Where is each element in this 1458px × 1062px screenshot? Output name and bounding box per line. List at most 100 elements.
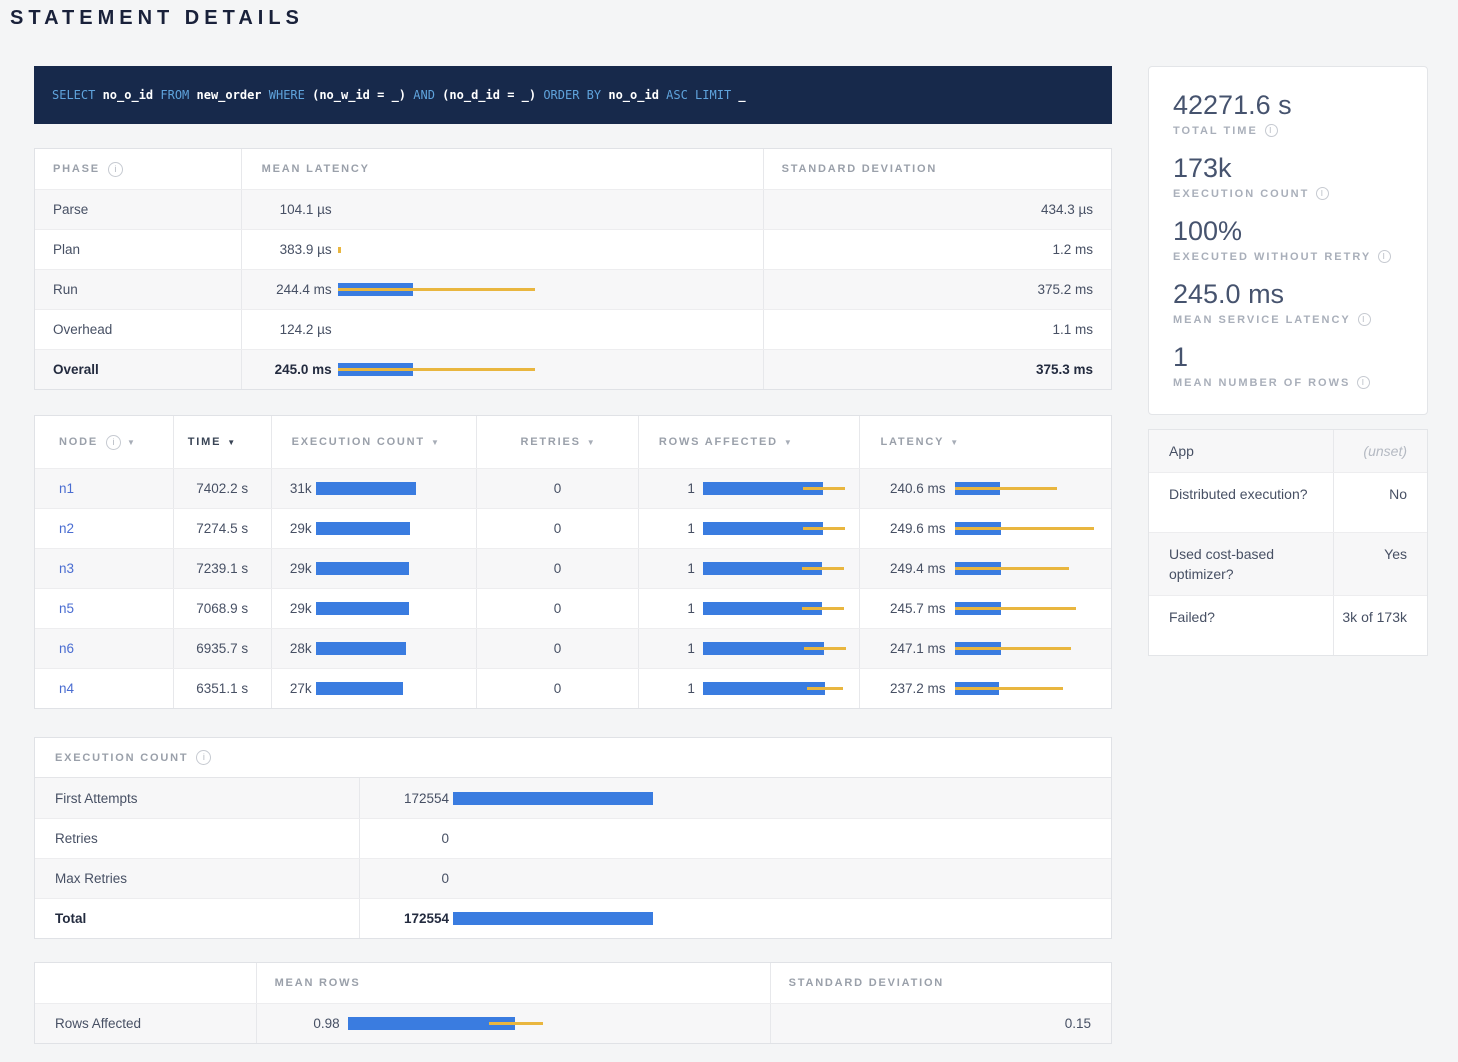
sql-identifier: (no_d_id = _) (442, 88, 543, 102)
rows-affected-table: MEAN ROWS STANDARD DEVIATION Rows Affect… (34, 962, 1112, 1044)
stat-label: EXECUTED WITHOUT RETRY (1173, 251, 1371, 263)
std-deviation-header-label: STANDARD DEVIATION (789, 977, 944, 989)
latency-bar (338, 350, 413, 389)
table-row: n2 7274.5 s 29k 0 1 249.6 ms (35, 508, 1111, 548)
execution-count-value: 28k (272, 641, 312, 656)
table-row: n3 7239.1 s 29k 0 1 249.4 ms (35, 548, 1111, 588)
time-column-header[interactable]: TIME ▼ (173, 416, 271, 468)
node-link[interactable]: n2 (59, 521, 74, 536)
node-link[interactable]: n1 (59, 481, 74, 496)
std-deviation-value: 375.3 ms (1036, 362, 1093, 377)
latency-value: 249.4 ms (860, 561, 945, 576)
phase-name: Overhead (53, 322, 112, 337)
node-link[interactable]: n3 (59, 561, 74, 576)
sort-arrow-icon[interactable]: ▼ (784, 438, 792, 447)
detail-label: Distributed execution? (1149, 473, 1334, 532)
summary-stats-card: 42271.6 s TOTAL TIME i 173k EXECUTION CO… (1148, 66, 1428, 415)
exec-row-value: 0 (364, 831, 449, 846)
sql-keyword: WHERE (269, 88, 312, 102)
mean-latency-value: 383.9 µs (262, 242, 332, 257)
info-icon[interactable]: i (106, 435, 121, 450)
sql-keyword: AND (413, 88, 442, 102)
sort-arrow-icon[interactable]: ▼ (587, 438, 595, 447)
std-deviation-header-label: STANDARD DEVIATION (782, 163, 937, 175)
stat-mean-service-latency: 245.0 ms MEAN SERVICE LATENCY i (1173, 278, 1407, 326)
stat-value: 1 (1173, 341, 1407, 373)
statement-details-card: App (unset) Distributed execution? No Us… (1148, 429, 1428, 656)
exec-row-label: Total (55, 911, 86, 926)
sql-keyword: SELECT (52, 88, 103, 102)
time-value: 6351.1 s (196, 681, 248, 696)
latency-column-header[interactable]: LATENCY ▼ (859, 416, 1111, 468)
info-icon[interactable]: i (108, 162, 123, 177)
rows-affected-value: 1 (639, 481, 695, 496)
info-icon[interactable]: i (1265, 124, 1278, 137)
sort-arrow-icon[interactable]: ▼ (127, 438, 135, 447)
node-link[interactable]: n4 (59, 681, 74, 696)
rows-affected-value: 1 (639, 601, 695, 616)
exec-row-label: Max Retries (55, 871, 127, 886)
detail-row-failed: Failed? 3k of 173k (1149, 595, 1427, 655)
rows-affected-value: 1 (639, 561, 695, 576)
stat-value: 42271.6 s (1173, 89, 1407, 121)
detail-row-distributed-execution: Distributed execution? No (1149, 472, 1427, 532)
exec-row-label: Retries (55, 831, 98, 846)
rows-affected-column-header[interactable]: ROWS AFFECTED ▼ (638, 416, 860, 468)
stat-executed-without-retry: 100% EXECUTED WITHOUT RETRY i (1173, 215, 1407, 263)
info-icon[interactable]: i (1358, 313, 1371, 326)
execution-count-column-header[interactable]: EXECUTION COUNT ▼ (271, 416, 477, 468)
node-stats-table: NODE i ▼ TIME ▼ EXECUTION COUNT ▼ RETRIE… (34, 415, 1112, 709)
rows-affected-label: Rows Affected (55, 1016, 141, 1031)
table-row: Plan 383.9 µs 1.2 ms (35, 229, 1111, 269)
info-icon[interactable]: i (1316, 187, 1329, 200)
sort-arrow-icon[interactable]: ▼ (227, 438, 235, 447)
std-deviation-value: 1.1 ms (1052, 322, 1093, 337)
execution-count-value: 31k (272, 481, 312, 496)
sort-arrow-icon[interactable]: ▼ (431, 438, 439, 447)
std-deviation-value: 1.2 ms (1052, 242, 1093, 257)
phase-name: Parse (53, 202, 88, 217)
std-deviation-column-header: STANDARD DEVIATION (763, 149, 1111, 189)
info-icon[interactable]: i (196, 750, 211, 765)
execution-count-panel-title: EXECUTION COUNT (55, 752, 188, 764)
stat-total-time: 42271.6 s TOTAL TIME i (1173, 89, 1407, 137)
execution-count-value: 29k (272, 601, 312, 616)
info-icon[interactable]: i (1378, 250, 1391, 263)
page-title: STATEMENT DETAILS (10, 7, 304, 30)
node-column-header[interactable]: NODE i ▼ (35, 416, 173, 468)
execution-count-panel: EXECUTION COUNT i First Attempts 172554 … (34, 737, 1112, 939)
sql-identifier: (no_w_id = _) (312, 88, 413, 102)
table-row: n5 7068.9 s 29k 0 1 245.7 ms (35, 588, 1111, 628)
exec-row-value: 0 (364, 871, 449, 886)
sort-arrow-icon[interactable]: ▼ (950, 438, 958, 447)
retries-column-header[interactable]: RETRIES ▼ (476, 416, 638, 468)
sql-keyword: FROM (160, 88, 196, 102)
mean-latency-header-label: MEAN LATENCY (262, 163, 370, 175)
sql-keyword: ORDER BY (543, 88, 608, 102)
table-row: Retries 0 (35, 818, 1111, 858)
exec-row-value: 172554 (364, 911, 449, 926)
table-row: Overhead 124.2 µs 1.1 ms (35, 309, 1111, 349)
phase-column-header: PHASE i (35, 149, 241, 189)
node-link[interactable]: n5 (59, 601, 74, 616)
execution-count-value: 29k (272, 521, 312, 536)
table-row-overall: Overall 245.0 ms 375.3 ms (35, 349, 1111, 389)
exec-row-value: 172554 (364, 791, 449, 806)
info-icon[interactable]: i (1357, 376, 1370, 389)
stat-label: MEAN NUMBER OF ROWS (1173, 377, 1350, 389)
table-row: n1 7402.2 s 31k 0 1 240.6 ms (35, 468, 1111, 508)
exec-row-label: First Attempts (55, 791, 138, 806)
detail-value: (unset) (1334, 430, 1427, 472)
detail-label: Used cost-based optimizer? (1149, 533, 1334, 595)
node-link[interactable]: n6 (59, 641, 74, 656)
retries-value: 0 (554, 521, 562, 536)
time-value: 7068.9 s (196, 601, 248, 616)
time-header-label: TIME (188, 436, 221, 448)
std-deviation-value: 375.2 ms (1037, 282, 1093, 297)
detail-value: Yes (1334, 533, 1427, 595)
time-value: 7274.5 s (196, 521, 248, 536)
mean-rows-column-header: MEAN ROWS (256, 963, 770, 1003)
table-row: Run 244.4 ms 375.2 ms (35, 269, 1111, 309)
stat-value: 100% (1173, 215, 1407, 247)
mean-latency-value: 245.0 ms (262, 362, 332, 377)
